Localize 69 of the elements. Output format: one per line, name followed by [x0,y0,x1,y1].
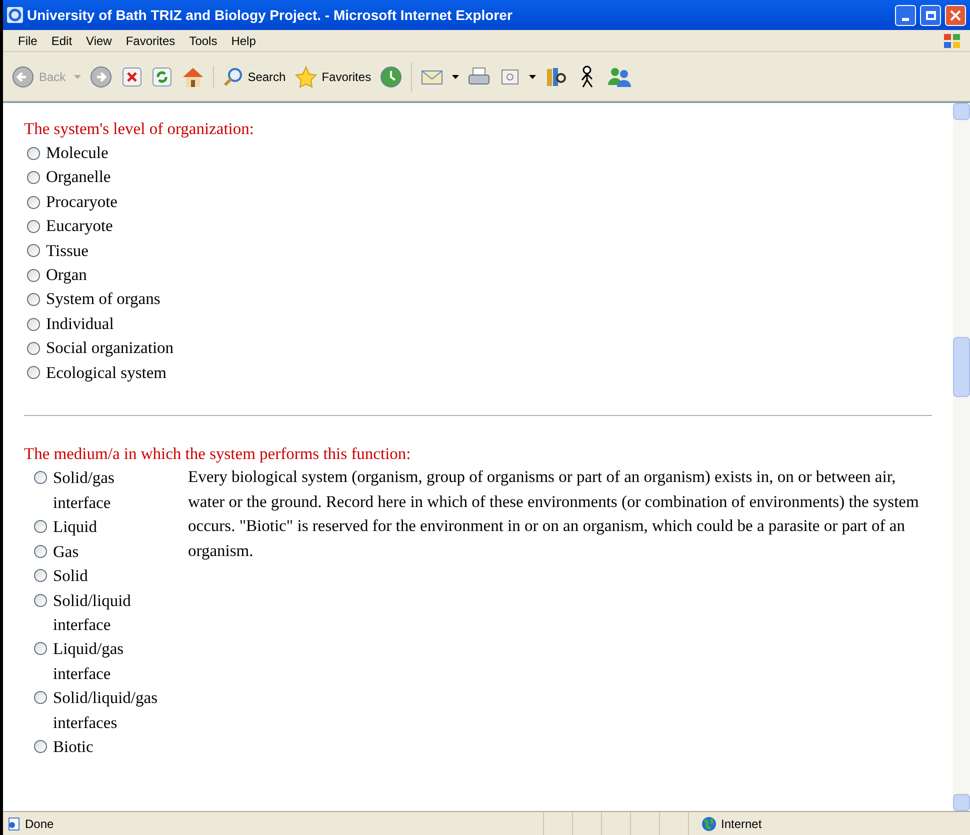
option-label: Biotic [53,736,94,758]
radio-button[interactable] [27,220,40,233]
browser-icon [7,7,23,23]
status-text: Done [25,816,54,832]
menu-item[interactable]: Tools [182,32,224,50]
option-label: Gas [53,540,79,563]
menu-item[interactable]: Edit [44,32,80,50]
caret-icon[interactable] [529,74,536,78]
option-label: Solid [53,565,88,588]
close-button[interactable] [945,4,966,26]
option-label: Organelle [46,166,111,188]
minimize-button[interactable] [895,4,916,26]
zone-label: Internet [721,816,762,832]
option-label: Liquid [53,516,97,538]
radio-button[interactable] [27,268,40,282]
radio-button[interactable] [34,642,47,656]
printer-icon[interactable] [467,66,492,88]
option-label: Solid/liquid interface [53,590,132,636]
radio-button[interactable] [34,691,47,704]
option-label: Procaryote [46,190,118,213]
option-label: Social organization [46,337,174,360]
radio-button[interactable] [34,520,47,534]
option-label: Solid/liquid/gas interfaces [53,687,159,734]
radio-button[interactable] [27,366,40,380]
option-label: Tissue [46,240,88,262]
search-button[interactable]: Search [212,66,286,88]
menu-item[interactable]: View [79,32,119,50]
help-text: Every biological system (organism, group of organisms or part of an organism) exists in, on or between air, water or the ground. Record here in which of these environments (or combination of environments) the system occurs. "Biotic" is reserved for the environment in or on an organism, which could be a parasite or part of an organism. [188,466,920,562]
menu-item[interactable]: Help [224,32,263,50]
globe-icon [701,816,717,832]
close-icon [950,10,961,20]
radio-button[interactable] [34,544,47,558]
option-label: Organ [46,264,87,286]
radio-button[interactable] [27,196,40,209]
option-label: Ecological system [46,362,167,384]
option-label: Liquid/gas interface [53,638,125,685]
radio-button[interactable] [27,342,40,355]
option-label: Individual [46,312,114,335]
radio-button[interactable] [34,569,47,582]
menu-item[interactable]: Favorites [118,32,182,50]
radio-button[interactable] [27,146,40,160]
stop-icon[interactable] [120,66,143,88]
radio-button[interactable] [27,171,40,184]
page-icon [7,816,21,830]
scrollbar[interactable] [953,103,970,811]
radio-button[interactable] [27,244,40,258]
maximize-button[interactable] [920,4,941,26]
option-label: Molecule [46,142,108,164]
history-icon[interactable] [379,64,404,88]
search-icon [222,66,244,88]
star-icon [294,64,318,88]
forward-icon[interactable] [88,64,113,88]
radio-button[interactable] [27,318,40,331]
windows-logo-icon [942,32,962,50]
question-label: The system's level of organization: [24,118,255,140]
option-label: System of organs [46,288,160,310]
caret-icon[interactable] [452,74,460,78]
menu-item[interactable]: File [11,32,44,50]
option-label: Solid/gas interface [53,467,116,514]
radio-button[interactable] [27,293,40,306]
window-title: University of Bath TRIZ and Biology Project. - Microsoft Internet Explorer [27,6,514,25]
favorites-button[interactable]: Favorites [294,64,372,88]
radio-button[interactable] [34,471,47,484]
radio-button[interactable] [34,740,47,753]
radio-button[interactable] [34,594,47,606]
refresh-icon[interactable] [150,66,173,88]
back-icon[interactable] [11,64,35,88]
option-label: Eucaryote [46,215,113,238]
question-label: The medium/a in which the system performs this function: [24,443,412,466]
